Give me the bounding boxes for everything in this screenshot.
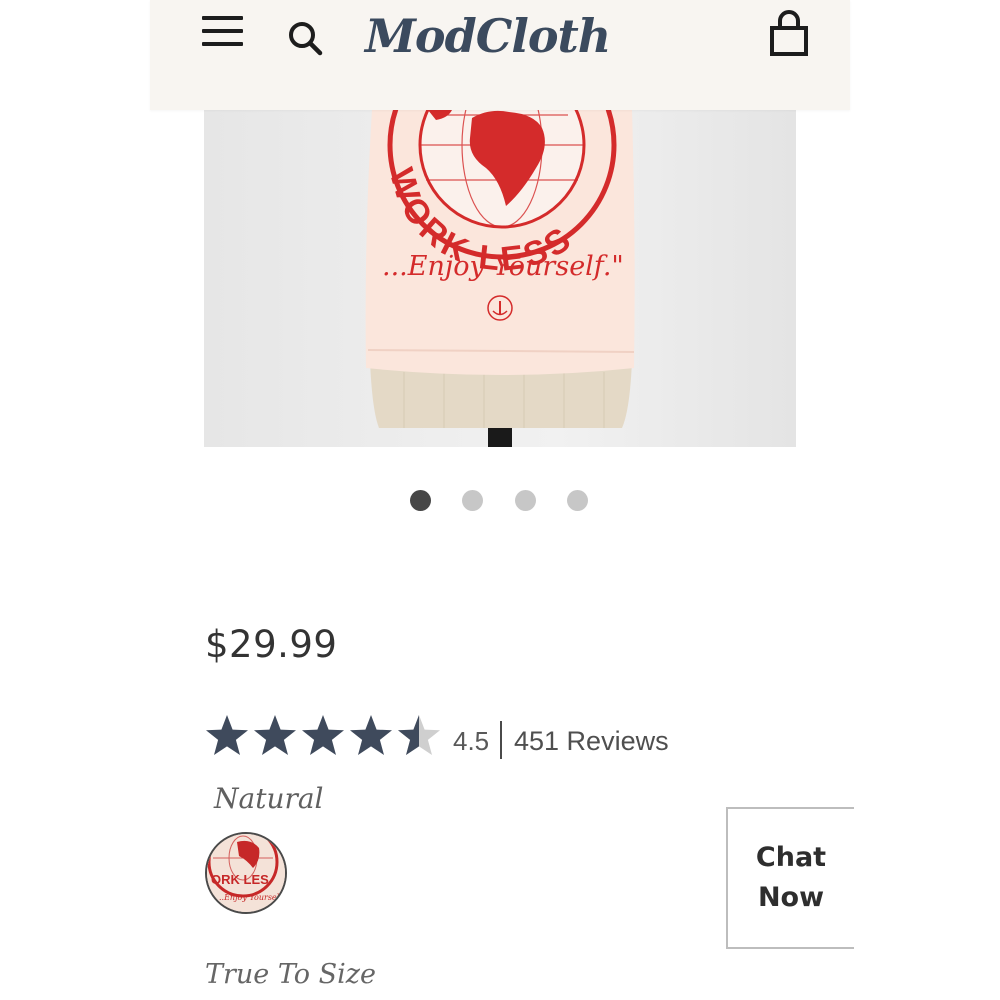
color-label: Natural — [214, 782, 324, 815]
site-header: ModCloth — [150, 0, 850, 110]
hamburger-menu-icon[interactable] — [200, 14, 246, 50]
product-price: $29.99 — [205, 623, 338, 666]
site-logo[interactable]: ModCloth — [365, 2, 635, 70]
star-icon-1 — [206, 715, 248, 755]
carousel-dot-1[interactable] — [410, 490, 431, 511]
svg-text:..Enjoy Yourself: ..Enjoy Yourself — [219, 893, 284, 902]
star-icon-3 — [302, 715, 344, 755]
reviews-link[interactable]: 451 Reviews — [514, 724, 669, 758]
rating-value: 4.5 — [453, 726, 490, 756]
image-carousel-dots — [406, 490, 596, 512]
print-enjoy-yourself-text: ...Enjoy Yourself." — [382, 251, 624, 282]
svg-text:ORK LES: ORK LES — [211, 872, 269, 887]
carousel-dot-2[interactable] — [462, 490, 483, 511]
rating-divider — [500, 721, 502, 759]
chat-now-button[interactable]: Chat Now — [726, 807, 854, 949]
fit-label: True To Size — [205, 959, 376, 990]
chat-label-line2: Now — [757, 882, 825, 913]
chat-label-line1: Chat — [755, 842, 827, 873]
search-icon[interactable] — [285, 18, 325, 58]
product-image[interactable]: WORK LESS ...Enjoy Yourself." — [204, 110, 796, 447]
color-swatch-natural[interactable]: ORK LES ..Enjoy Yourself — [205, 832, 287, 914]
carousel-dot-3[interactable] — [515, 490, 536, 511]
shopping-bag-icon[interactable] — [766, 8, 812, 58]
star-icon-4 — [350, 715, 392, 755]
carousel-dot-4[interactable] — [567, 490, 588, 511]
star-rating[interactable] — [204, 713, 444, 759]
star-icon-half — [398, 715, 440, 755]
star-icon-2 — [254, 715, 296, 755]
